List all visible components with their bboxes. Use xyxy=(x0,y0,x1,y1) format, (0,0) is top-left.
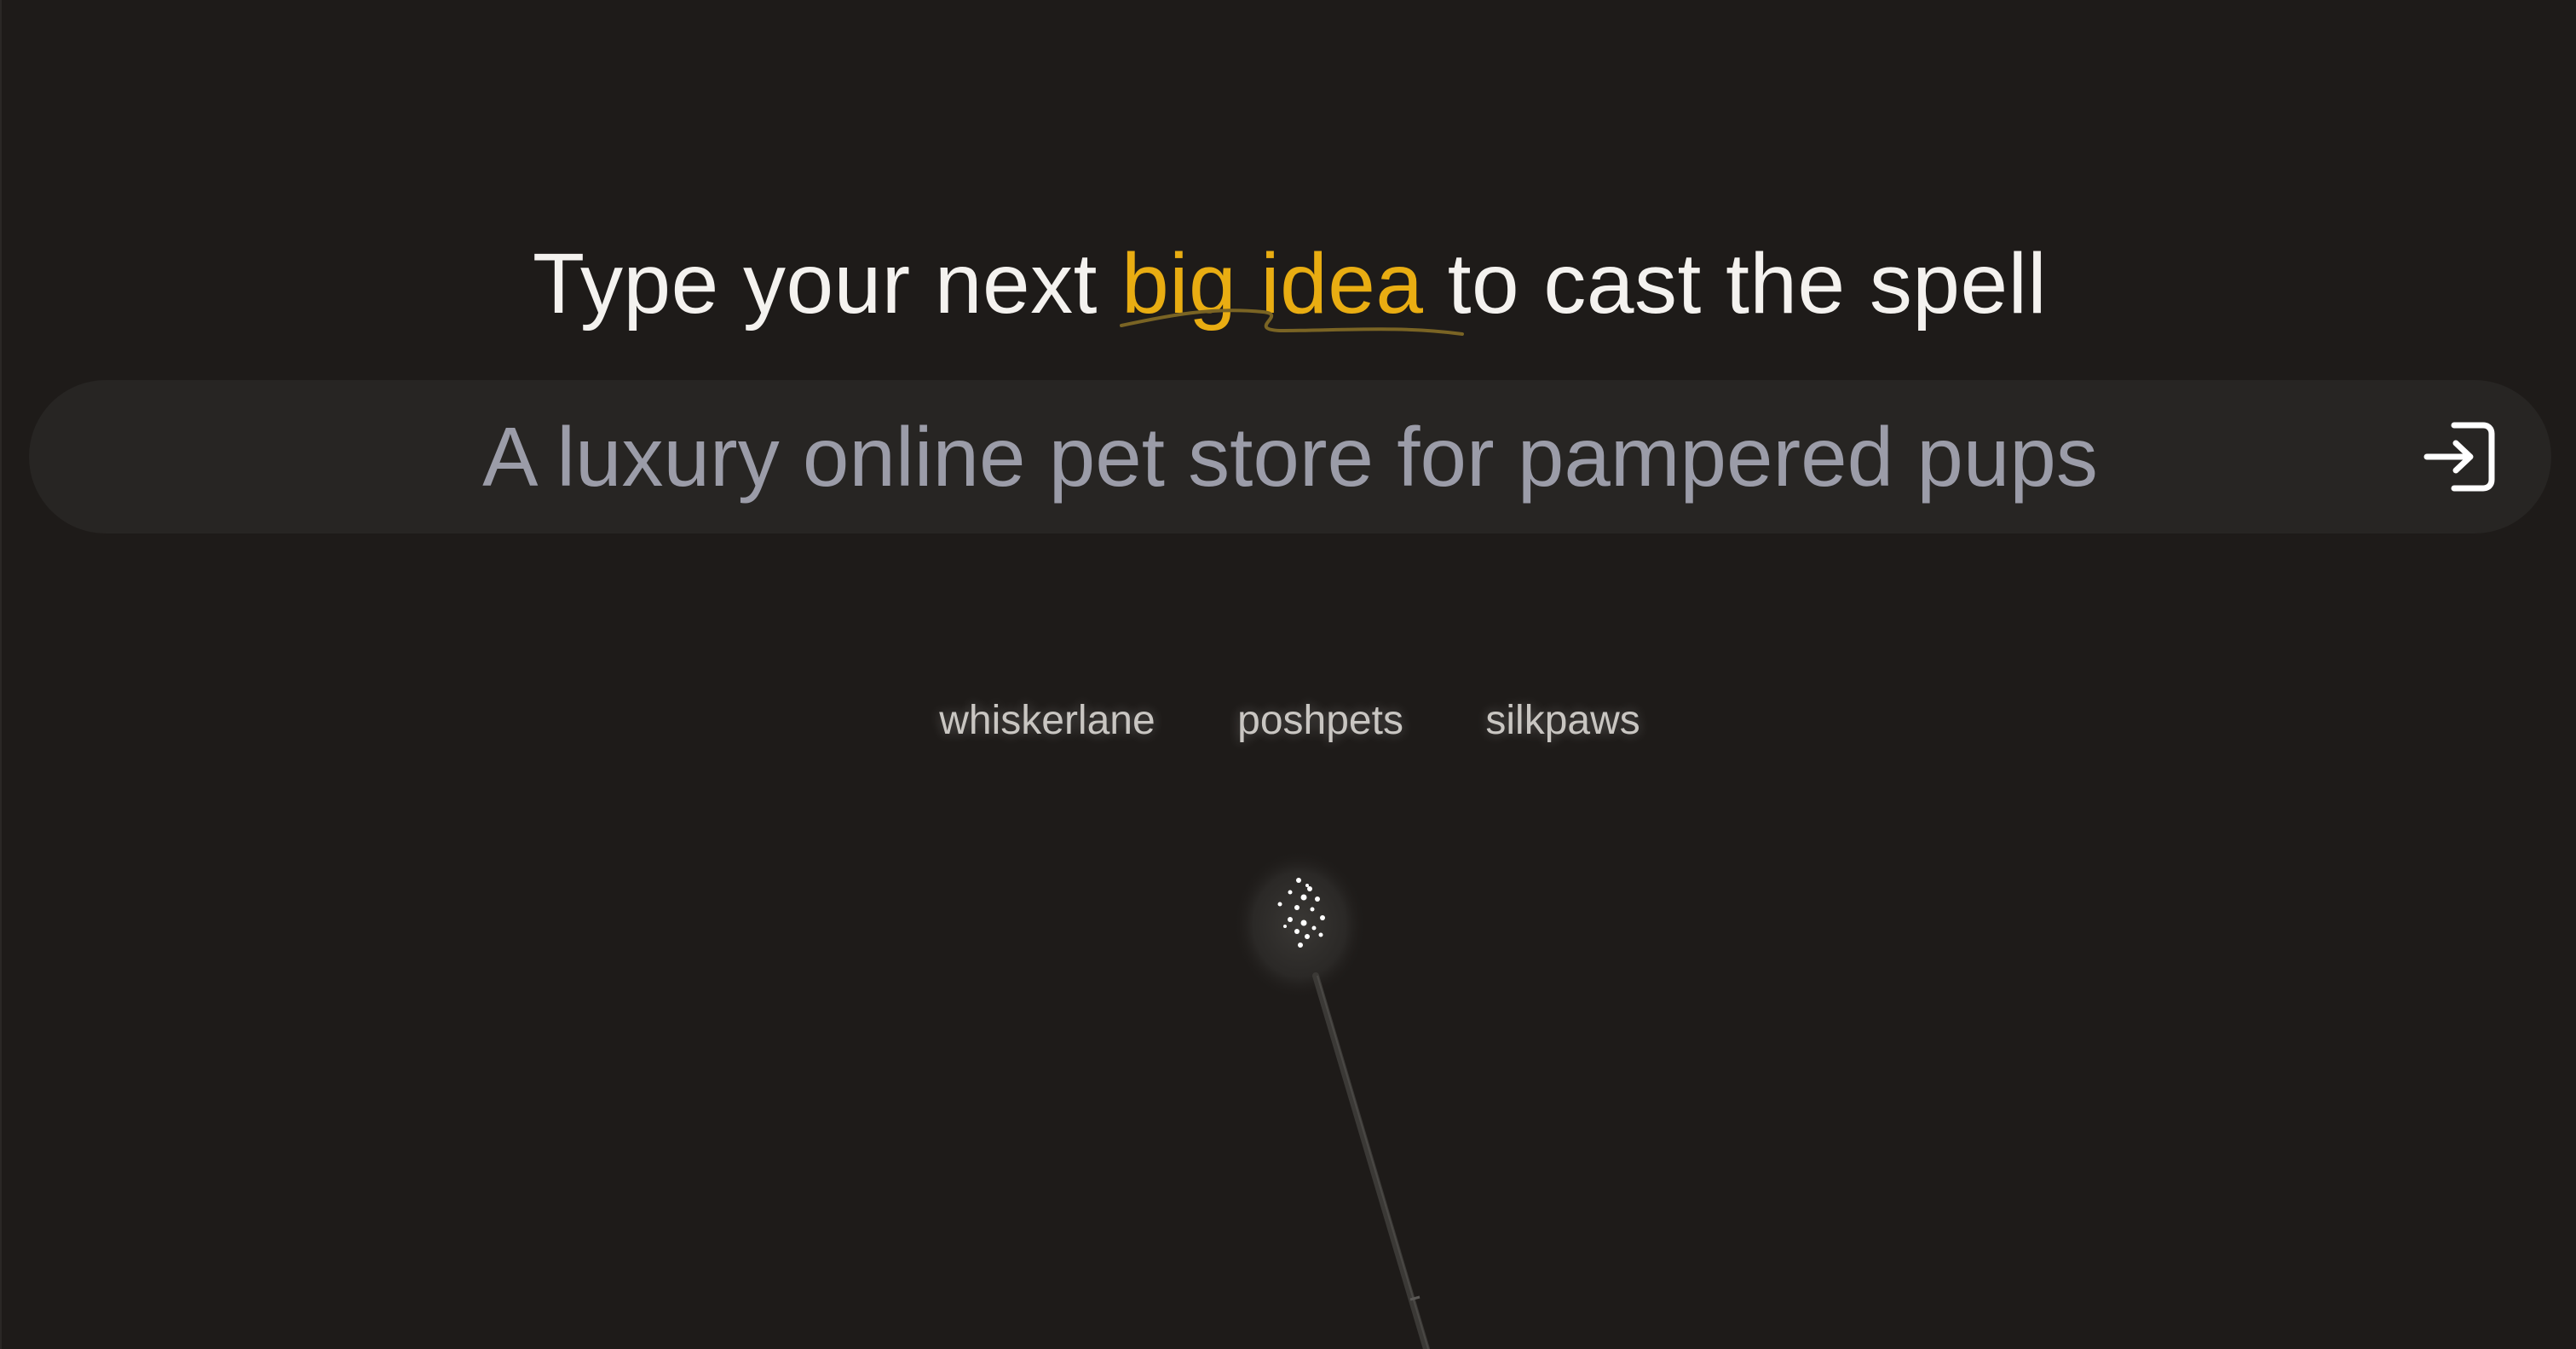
magic-wand-icon xyxy=(1233,850,1430,1349)
headline-highlight-text: big idea xyxy=(1121,236,1424,331)
headline: Type your next big idea to cast the spel… xyxy=(2,228,2576,339)
idea-input[interactable] xyxy=(29,380,2551,533)
headline-highlight: big idea xyxy=(1120,228,1465,339)
headline-before: Type your next xyxy=(532,236,1122,331)
suggestion-poshpets[interactable]: poshpets xyxy=(1237,697,1403,744)
search-bar xyxy=(29,380,2551,533)
suggestion-list: whiskerlane poshpets silkpaws xyxy=(2,697,2576,744)
headline-after: to cast the spell xyxy=(1423,236,2048,331)
suggestion-silkpaws[interactable]: silkpaws xyxy=(1485,697,1640,744)
login-arrow-icon xyxy=(2423,422,2495,492)
suggestion-whiskerlane[interactable]: whiskerlane xyxy=(939,697,1155,744)
page: Type your next big idea to cast the spel… xyxy=(0,0,2576,1349)
submit-button[interactable] xyxy=(2422,418,2498,495)
